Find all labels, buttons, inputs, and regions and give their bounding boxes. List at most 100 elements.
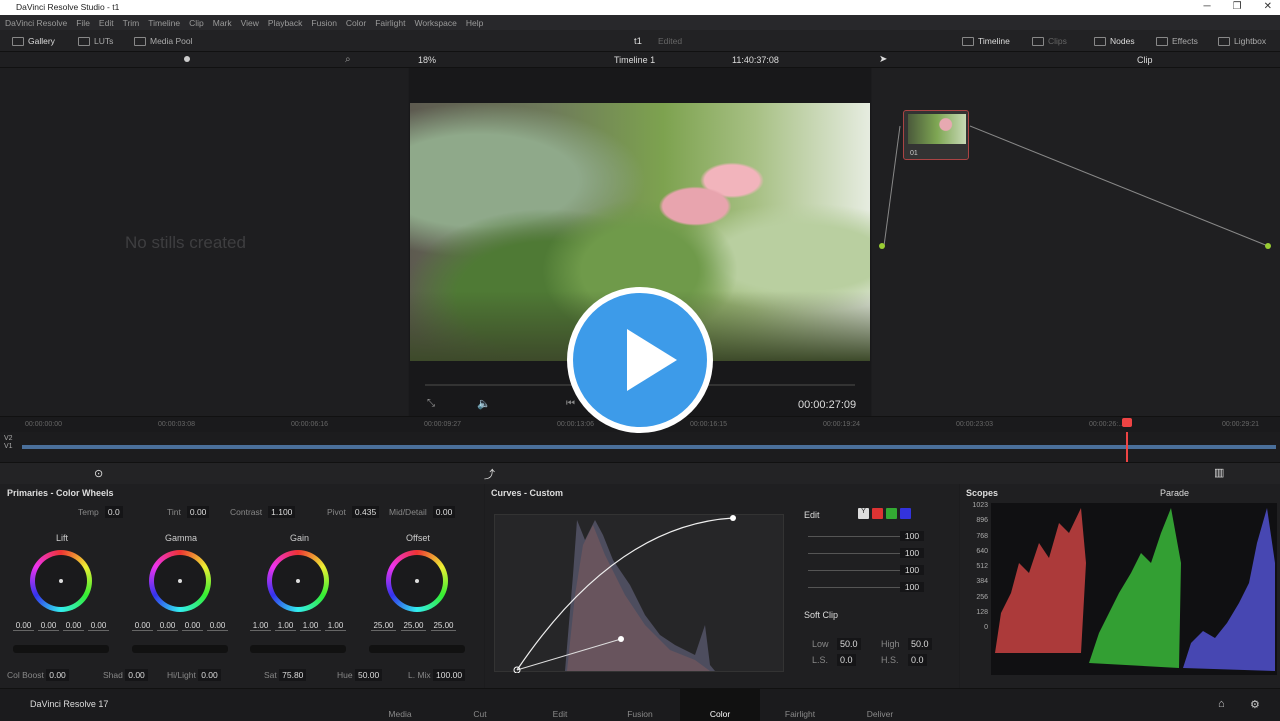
page-fusion[interactable]: Fusion: [610, 709, 670, 719]
skip-back-icon[interactable]: ⏮: [566, 398, 575, 409]
menu-item[interactable]: Trim: [123, 18, 140, 28]
corrector-node[interactable]: 01: [903, 110, 969, 160]
curves-plot[interactable]: [495, 515, 785, 674]
page-fairlight[interactable]: Fairlight: [770, 709, 830, 719]
gamma-b[interactable]: 0.00: [207, 621, 228, 631]
menu-item[interactable]: Help: [466, 18, 483, 28]
media-pool-button[interactable]: Media Pool: [134, 36, 193, 46]
clip-mode-dropdown[interactable]: Clip: [1137, 55, 1153, 65]
curves-graph[interactable]: [494, 514, 785, 674]
menu-item[interactable]: Clip: [189, 18, 204, 28]
lift-g[interactable]: 0.00: [63, 621, 84, 631]
maximize-button[interactable]: ❐: [1233, 1, 1242, 12]
lift-master-slider[interactable]: [13, 645, 109, 653]
minimize-button[interactable]: ─: [1204, 1, 1211, 12]
volume-icon[interactable]: 🔈: [477, 397, 491, 410]
colboost-value[interactable]: 0.00: [46, 669, 69, 681]
menu-item[interactable]: Mark: [213, 18, 232, 28]
lift-y[interactable]: 0.00: [13, 621, 34, 631]
zoom-dropdown[interactable]: 18%: [418, 55, 436, 65]
timeline-button[interactable]: Timeline: [962, 36, 1010, 46]
tint-value[interactable]: 0.00: [186, 506, 210, 518]
menu-item[interactable]: DaVinci Resolve: [5, 18, 67, 28]
offset-master-slider[interactable]: [369, 645, 465, 653]
gallery-size-slider[interactable]: [184, 56, 190, 62]
menu-item[interactable]: Timeline: [148, 18, 180, 28]
curves-tool-icon[interactable]: ⤴: [484, 466, 495, 482]
gamma-wheel[interactable]: [149, 550, 211, 612]
lift-r[interactable]: 0.00: [38, 621, 59, 631]
home-icon[interactable]: ⌂: [1218, 698, 1225, 710]
primaries-tool-icon[interactable]: ⊙: [94, 467, 103, 480]
menu-item[interactable]: Fairlight: [375, 18, 405, 28]
gain-master-slider[interactable]: [250, 645, 346, 653]
temp-value[interactable]: 0.0: [104, 506, 123, 518]
gain-r[interactable]: 1.00: [275, 621, 296, 631]
timeline-dropdown[interactable]: Timeline 1: [614, 55, 655, 65]
middetail-value[interactable]: 0.00: [432, 506, 456, 518]
hilight-value[interactable]: 0.00: [198, 669, 221, 681]
page-deliver[interactable]: Deliver: [850, 709, 910, 719]
menu-item[interactable]: Fusion: [311, 18, 337, 28]
lmix-value[interactable]: 100.00: [433, 669, 466, 681]
gallery-button[interactable]: Gallery: [12, 36, 55, 46]
intensity-g-value[interactable]: 100: [900, 565, 924, 575]
sat-value[interactable]: 75.80: [279, 669, 307, 681]
contrast-value[interactable]: 1.100: [268, 506, 296, 518]
pivot-value[interactable]: 0.435: [351, 506, 380, 518]
playhead-marker[interactable]: [1122, 418, 1132, 427]
scopes-tool-icon[interactable]: ▥: [1214, 466, 1224, 479]
menu-item[interactable]: Edit: [99, 18, 114, 28]
menu-item[interactable]: View: [241, 18, 259, 28]
nodes-button[interactable]: Nodes: [1094, 36, 1135, 46]
close-button[interactable]: ✕: [1264, 1, 1272, 12]
picker-icon[interactable]: ⤡: [427, 398, 435, 409]
channel-r-toggle[interactable]: [872, 508, 883, 519]
shad-value[interactable]: 0.00: [125, 669, 148, 681]
menu-item[interactable]: Playback: [268, 18, 303, 28]
menu-item[interactable]: Workspace: [414, 18, 456, 28]
offset-b[interactable]: 25.00: [431, 621, 456, 631]
lift-b[interactable]: 0.00: [88, 621, 109, 631]
page-media[interactable]: Media: [370, 709, 430, 719]
page-cut[interactable]: Cut: [450, 709, 510, 719]
settings-icon[interactable]: ⚙: [1250, 698, 1260, 711]
scope-mode-dropdown[interactable]: Parade: [1160, 488, 1189, 498]
clip-track-bar[interactable]: [22, 445, 1276, 449]
gamma-y[interactable]: 0.00: [132, 621, 153, 631]
page-color[interactable]: Color: [680, 689, 760, 721]
low-value[interactable]: 50.0: [837, 638, 861, 650]
search-icon[interactable]: ⌕: [345, 54, 351, 65]
lift-wheel[interactable]: [30, 550, 92, 612]
high-value[interactable]: 50.0: [908, 638, 932, 650]
pointer-icon[interactable]: ➤: [879, 54, 887, 65]
gamma-g[interactable]: 0.00: [182, 621, 203, 631]
menu-item[interactable]: File: [76, 18, 90, 28]
intensity-r-value[interactable]: 100: [900, 548, 924, 558]
gain-g[interactable]: 1.00: [300, 621, 321, 631]
gain-wheel[interactable]: [267, 550, 329, 612]
play-overlay-button[interactable]: [567, 287, 713, 433]
page-edit[interactable]: Edit: [530, 709, 590, 719]
channel-b-toggle[interactable]: [900, 508, 911, 519]
mini-timeline[interactable]: V2 V1: [0, 432, 1280, 462]
offset-r[interactable]: 25.00: [371, 621, 396, 631]
effects-button[interactable]: Effects: [1156, 36, 1198, 46]
gamma-r[interactable]: 0.00: [157, 621, 178, 631]
lightbox-button[interactable]: Lightbox: [1218, 36, 1266, 46]
luts-button[interactable]: LUTs: [78, 36, 113, 46]
offset-wheel[interactable]: [386, 550, 448, 612]
clips-button[interactable]: Clips: [1032, 36, 1067, 46]
gain-b[interactable]: 1.00: [325, 621, 346, 631]
channel-g-toggle[interactable]: [886, 508, 897, 519]
channel-y-toggle[interactable]: Y: [858, 508, 869, 519]
menu-item[interactable]: Color: [346, 18, 366, 28]
ls-value[interactable]: 0.0: [837, 654, 856, 666]
hue-value[interactable]: 50.00: [354, 669, 383, 681]
gamma-master-slider[interactable]: [132, 645, 228, 653]
hs-value[interactable]: 0.0: [908, 654, 927, 666]
offset-g[interactable]: 25.00: [401, 621, 426, 631]
intensity-y-value[interactable]: 100: [900, 531, 924, 541]
intensity-b-value[interactable]: 100: [900, 582, 924, 592]
gain-y[interactable]: 1.00: [250, 621, 271, 631]
